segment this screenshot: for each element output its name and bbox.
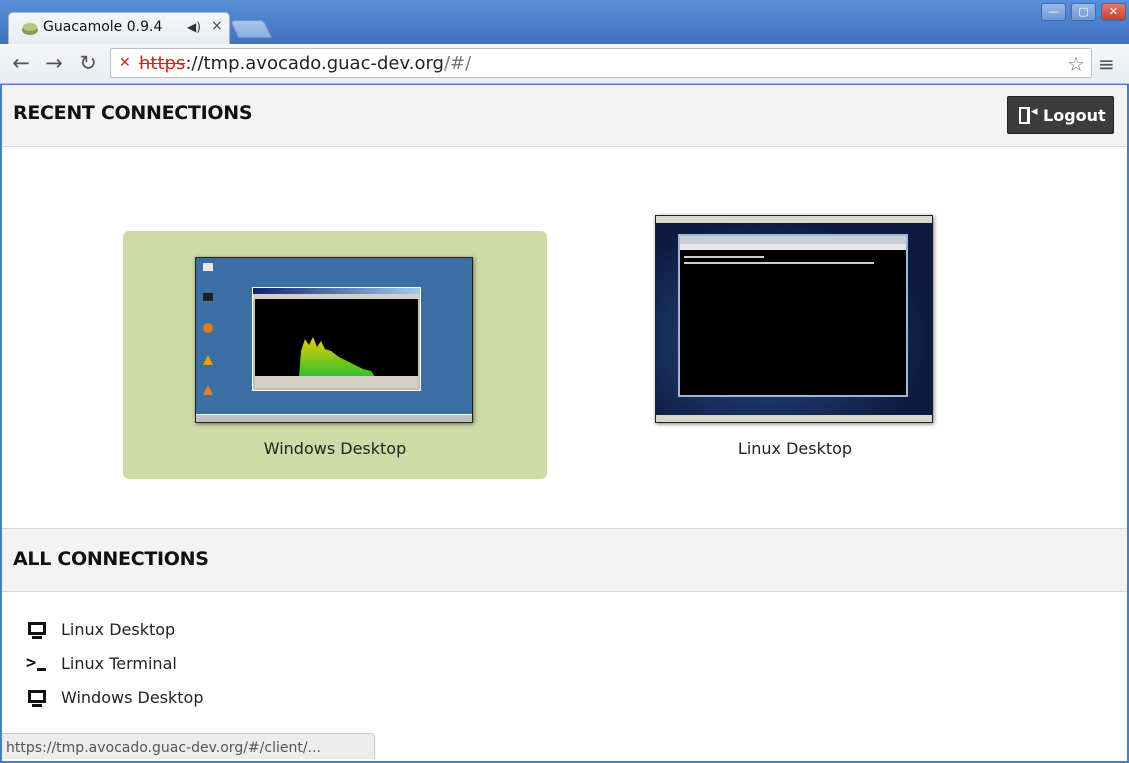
desktop-icon <box>203 263 213 271</box>
tab-close-icon[interactable]: × <box>211 18 223 34</box>
browser-toolbar: ← → ↻ ✕ https://tmp.avocado.guac-dev.org… <box>0 44 1129 84</box>
url-text[interactable]: https://tmp.avocado.guac-dev.org/#/ <box>139 53 471 74</box>
all-connections-header: ALL CONNECTIONS <box>2 528 1127 592</box>
reload-icon[interactable]: ↻ <box>76 52 100 74</box>
browser-menu-icon[interactable]: ≡ <box>1098 52 1115 76</box>
linux-desktop-thumbnail <box>655 215 933 423</box>
guacamole-favicon-icon <box>22 23 38 35</box>
desktop-icon <box>203 385 213 395</box>
windows-desktop-thumbnail <box>195 257 473 423</box>
recent-tile-windows-desktop[interactable]: Windows Desktop <box>123 231 547 479</box>
insecure-lock-icon[interactable]: ✕ <box>119 55 135 71</box>
status-bar-url: https://tmp.avocado.guac-dev.org/#/clien… <box>2 733 375 759</box>
guacamole-home-page: RECENT CONNECTIONS ◂ Logout Windows Desk… <box>2 85 1127 761</box>
url-path: /#/ <box>443 53 472 74</box>
url-host: ://tmp.avocado.guac-dev.org <box>185 53 444 74</box>
new-tab-button[interactable] <box>229 20 273 38</box>
address-bar[interactable]: ✕ https://tmp.avocado.guac-dev.org/#/ ☆ <box>110 48 1092 78</box>
recent-connections-header: RECENT CONNECTIONS ◂ Logout <box>2 85 1127 147</box>
monitor-icon <box>26 620 48 640</box>
desktop-icon <box>203 293 213 301</box>
browser-tab[interactable]: Guacamole 0.9.4 ◀) × <box>8 12 230 44</box>
all-connections-title: ALL CONNECTIONS <box>13 548 209 570</box>
recent-connections-title: RECENT CONNECTIONS <box>13 102 253 124</box>
close-window-button[interactable]: ✕ <box>1101 3 1126 21</box>
tile-label: Linux Desktop <box>737 439 853 458</box>
recent-tile-linux-desktop[interactable]: Linux Desktop <box>583 215 1007 479</box>
monitor-icon <box>26 688 48 708</box>
maximize-button[interactable]: ▢ <box>1071 3 1096 21</box>
connection-label: Linux Desktop <box>61 620 176 639</box>
desktop-icon <box>203 323 213 333</box>
bookmark-star-icon[interactable]: ☆ <box>1067 52 1085 76</box>
forward-arrow-icon[interactable]: → <box>42 52 66 74</box>
tile-label: Windows Desktop <box>263 439 407 458</box>
url-scheme: https <box>139 53 186 74</box>
speaker-icon[interactable]: ◀) <box>187 20 201 34</box>
connection-label: Linux Terminal <box>61 654 177 673</box>
visualizer-graphic <box>299 337 375 377</box>
minimize-button[interactable]: — <box>1041 3 1066 21</box>
connection-label: Windows Desktop <box>61 688 204 707</box>
logout-arrow-icon: ◂ <box>1031 104 1038 119</box>
window-titlebar: Guacamole 0.9.4 ◀) × — ▢ ✕ <box>0 0 1129 44</box>
logout-button[interactable]: ◂ Logout <box>1007 96 1114 134</box>
terminal-icon: > <box>26 653 48 674</box>
back-arrow-icon[interactable]: ← <box>9 52 33 74</box>
logout-label: Logout <box>1043 106 1106 125</box>
logout-door-icon <box>1019 107 1030 124</box>
media-player-window <box>252 287 421 391</box>
tab-title: Guacamole 0.9.4 <box>43 19 163 35</box>
terminal-window <box>678 234 908 397</box>
desktop-icon <box>203 355 213 365</box>
